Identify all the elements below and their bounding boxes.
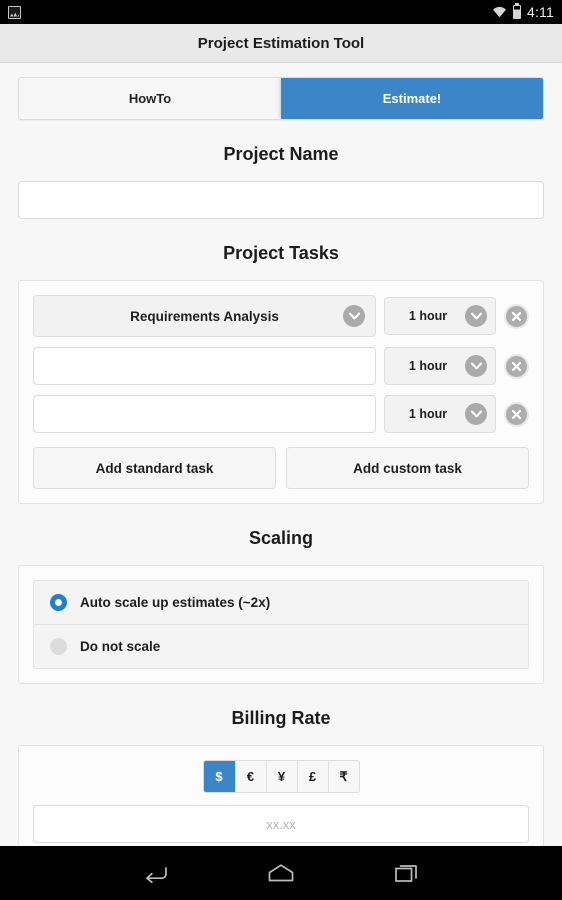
status-bar-notifications: [8, 5, 21, 19]
project-tasks-panel: Requirements Analysis 1 hour 1 hour 1 ho…: [18, 280, 544, 504]
page-title: Project Estimation Tool: [197, 34, 365, 52]
task-hours-label: 1 hour: [408, 359, 448, 373]
delete-task-button[interactable]: [504, 303, 529, 329]
chevron-down-icon[interactable]: [343, 305, 365, 327]
android-navigation-bar: [0, 846, 562, 900]
billing-rate-panel: $ € ¥ £ ₹: [18, 745, 544, 846]
currency-button-gbp[interactable]: £: [296, 761, 328, 792]
battery-icon: [512, 5, 521, 19]
tab-estimate[interactable]: Estimate!: [281, 78, 543, 119]
task-row: 1 hour: [33, 347, 529, 385]
task-name-input[interactable]: [33, 347, 376, 385]
app-header: Project Estimation Tool: [0, 24, 562, 63]
task-name-input[interactable]: [33, 395, 376, 433]
add-task-buttons: Add standard task Add custom task: [33, 447, 529, 489]
chevron-down-icon[interactable]: [465, 355, 487, 377]
currency-selector: $ € ¥ £ ₹: [33, 760, 529, 793]
scaling-option-auto[interactable]: Auto scale up estimates (~2x): [34, 581, 528, 624]
scaling-option-label: Auto scale up estimates (~2x): [80, 595, 271, 610]
radio-unselected-icon[interactable]: [50, 638, 67, 655]
chevron-down-icon[interactable]: [465, 305, 487, 327]
section-title-scaling: Scaling: [248, 528, 314, 548]
section-title-billing-rate: Billing Rate: [231, 708, 331, 728]
task-row: Requirements Analysis 1 hour: [33, 295, 529, 337]
radio-selected-icon[interactable]: [50, 594, 67, 611]
task-name-label: Requirements Analysis: [130, 308, 279, 324]
screenshot-icon: [8, 5, 21, 19]
scaling-option-label: Do not scale: [80, 639, 161, 654]
back-icon[interactable]: [138, 858, 172, 888]
task-hours-label: 1 hour: [408, 407, 448, 421]
scaling-radio-group: Auto scale up estimates (~2x) Do not sca…: [33, 580, 529, 669]
status-bar-system: 4:11: [492, 4, 554, 20]
currency-button-eur[interactable]: €: [234, 761, 266, 792]
status-bar-clock: 4:11: [526, 4, 554, 20]
recent-apps-icon[interactable]: [390, 858, 424, 888]
home-icon[interactable]: [264, 858, 298, 888]
currency-button-jpy[interactable]: ¥: [265, 761, 297, 792]
tab-bar: HowTo Estimate!: [18, 77, 544, 120]
scaling-panel: Auto scale up estimates (~2x) Do not sca…: [18, 565, 544, 684]
task-row: 1 hour: [33, 395, 529, 433]
section-title-project-name: Project Name: [223, 144, 339, 164]
add-custom-task-button[interactable]: Add custom task: [286, 447, 529, 489]
task-name-select[interactable]: Requirements Analysis: [33, 295, 376, 337]
scroll-content[interactable]: HowTo Estimate! Project Name Project Tas…: [0, 63, 562, 846]
currency-button-usd[interactable]: $: [203, 761, 235, 792]
scaling-option-none[interactable]: Do not scale: [34, 624, 528, 668]
delete-task-button[interactable]: [504, 401, 529, 427]
tab-howto[interactable]: HowTo: [19, 78, 281, 119]
project-name-input[interactable]: [18, 181, 544, 219]
android-status-bar: 4:11: [0, 0, 562, 24]
wifi-icon: [492, 6, 507, 18]
app-screen: 4:11 Project Estimation Tool HowTo Estim…: [0, 0, 562, 900]
currency-button-inr[interactable]: ₹: [327, 761, 359, 792]
task-hours-label: 1 hour: [408, 309, 448, 323]
chevron-down-icon[interactable]: [465, 403, 487, 425]
billing-rate-input[interactable]: [33, 805, 529, 843]
add-standard-task-button[interactable]: Add standard task: [33, 447, 276, 489]
task-hours-select[interactable]: 1 hour: [384, 297, 496, 335]
delete-task-button[interactable]: [504, 353, 529, 379]
task-hours-select[interactable]: 1 hour: [384, 347, 496, 385]
task-hours-select[interactable]: 1 hour: [384, 395, 496, 433]
section-title-project-tasks: Project Tasks: [223, 243, 339, 263]
